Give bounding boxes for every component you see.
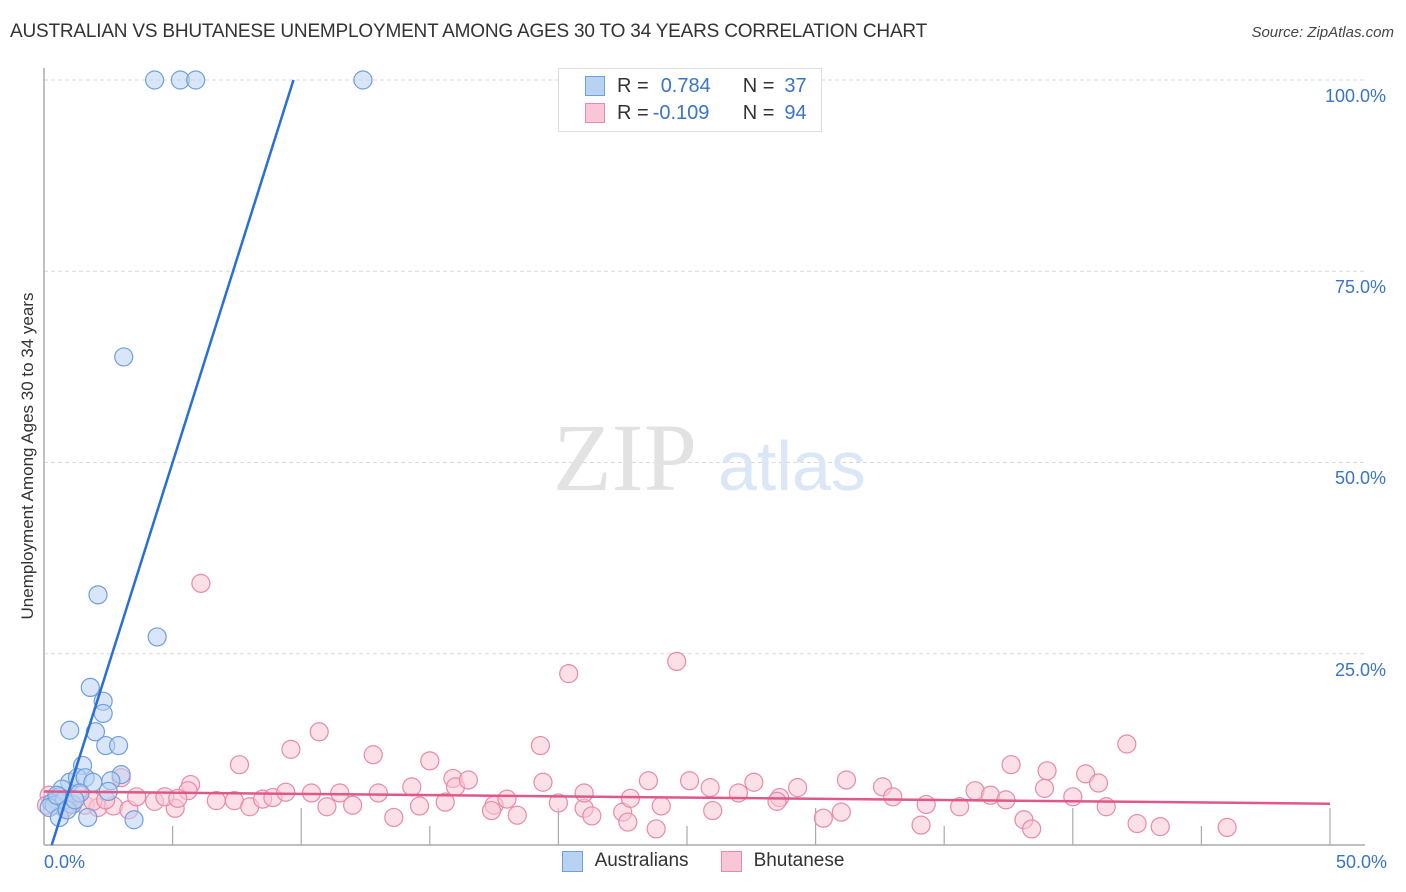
bhutanese-point[interactable]: [309, 722, 329, 742]
australians-point[interactable]: [80, 677, 100, 698]
legend-item-australians[interactable]: Australians: [561, 850, 689, 872]
bhutanese-point[interactable]: [638, 771, 659, 791]
bhutanese-point[interactable]: [363, 745, 383, 765]
australians-point[interactable]: [60, 720, 80, 740]
n-value: 94: [784, 101, 807, 124]
australians-swatch: [585, 76, 605, 96]
bhutanese-point[interactable]: [1063, 787, 1083, 807]
australians-swatch: [561, 850, 583, 872]
r-label: R =: [617, 74, 649, 97]
australians-point[interactable]: [114, 347, 134, 367]
australians-point[interactable]: [353, 70, 373, 90]
bhutanese-point[interactable]: [813, 808, 833, 828]
bhutanese-point[interactable]: [458, 770, 478, 790]
bhutanese-point[interactable]: [368, 783, 388, 803]
bhutanese-point[interactable]: [883, 787, 903, 807]
bhutanese-point[interactable]: [507, 805, 527, 825]
bhutanese-point[interactable]: [1127, 813, 1147, 834]
bhutanese-point[interactable]: [651, 796, 671, 816]
n-label: N =: [742, 74, 775, 97]
bhutanese-point[interactable]: [911, 815, 931, 835]
r-value: 0.784: [660, 74, 711, 97]
bhutanese-point[interactable]: [767, 791, 787, 811]
n-label: N =: [742, 101, 775, 124]
bhutanese-swatch: [585, 103, 605, 123]
australians-point[interactable]: [78, 807, 98, 828]
bhutanese-point[interactable]: [1022, 819, 1042, 839]
bhutanese-point[interactable]: [559, 664, 579, 684]
y-tick-label: 25.0%: [1334, 660, 1386, 680]
australians-point[interactable]: [88, 585, 108, 605]
bhutanese-point[interactable]: [679, 771, 700, 791]
bhutanese-point[interactable]: [1037, 761, 1057, 781]
bhutanese-point[interactable]: [276, 782, 296, 802]
bhutanese-point[interactable]: [703, 800, 723, 821]
australians-point[interactable]: [47, 785, 67, 805]
y-tick-label: 75.0%: [1334, 277, 1386, 297]
bhutanese-point[interactable]: [402, 777, 422, 797]
bhutanese-point[interactable]: [1001, 755, 1021, 775]
bhutanese-point[interactable]: [481, 800, 502, 821]
bhutanese-point[interactable]: [343, 795, 363, 815]
bhutanese-point[interactable]: [744, 772, 764, 792]
bhutanese-point[interactable]: [787, 778, 808, 798]
australians-points: [39, 70, 373, 830]
watermark-zip: ZIP: [553, 404, 697, 511]
bhutanese-point[interactable]: [530, 735, 550, 756]
legend-row-bhutanese: R = -0.109 N = 94: [585, 101, 807, 125]
y-axis-label: Unemployment Among Ages 30 to 34 years: [18, 292, 37, 620]
bhutanese-point[interactable]: [582, 806, 602, 826]
bhutanese-point[interactable]: [667, 651, 687, 672]
n-value: 37: [784, 74, 807, 97]
bhutanese-point[interactable]: [836, 770, 857, 790]
bhutanese-swatch: [720, 850, 742, 872]
australians-point[interactable]: [108, 735, 129, 756]
watermark: ZIP atlas: [553, 404, 866, 511]
watermark-atlas: atlas: [718, 427, 866, 505]
bhutanese-point[interactable]: [618, 812, 638, 832]
bhutanese-point[interactable]: [533, 772, 553, 792]
legend-label: Bhutanese: [753, 850, 845, 871]
australians-point[interactable]: [144, 70, 165, 90]
bhutanese-point[interactable]: [191, 573, 211, 593]
bhutanese-points: [36, 573, 1237, 839]
bhutanese-point[interactable]: [420, 751, 440, 771]
bhutanese-point[interactable]: [497, 789, 517, 809]
bhutanese-point[interactable]: [831, 802, 851, 822]
bhutanese-point[interactable]: [574, 783, 594, 803]
bhutanese-point[interactable]: [1150, 817, 1170, 837]
australians-point[interactable]: [93, 703, 113, 724]
r-label: R =: [617, 101, 649, 124]
y-tick-label: 100.0%: [1324, 86, 1386, 106]
bhutanese-point[interactable]: [646, 819, 666, 839]
bhutanese-point[interactable]: [281, 739, 301, 759]
gridlines: [44, 79, 1365, 655]
correlation-legend: R = 0.784 N = 37 R = -0.109 N = 94: [558, 68, 822, 132]
australians-point[interactable]: [186, 70, 206, 90]
bhutanese-point[interactable]: [409, 796, 430, 816]
legend-row-australians: R = 0.784 N = 37: [585, 74, 807, 98]
bhutanese-point[interactable]: [384, 807, 404, 828]
bhutanese-point[interactable]: [317, 797, 337, 817]
r-value: -0.109: [652, 101, 710, 124]
australians-point[interactable]: [124, 810, 144, 830]
legend-label: Australians: [594, 850, 689, 871]
bhutanese-point[interactable]: [1034, 778, 1055, 798]
series-legend: Australians Bhutanese: [0, 850, 1406, 872]
bhutanese-point[interactable]: [229, 755, 250, 775]
bhutanese-point[interactable]: [916, 794, 936, 815]
bhutanese-point[interactable]: [1217, 817, 1237, 838]
bhutanese-point[interactable]: [1117, 734, 1137, 754]
australians-point[interactable]: [147, 627, 167, 647]
scatter-chart: ZIP atlas: [36, 68, 1365, 846]
bhutanese-point[interactable]: [700, 778, 720, 798]
y-tick-label: 50.0%: [1334, 468, 1386, 488]
legend-item-bhutanese[interactable]: Bhutanese: [720, 850, 845, 872]
bhutanese-point[interactable]: [1088, 773, 1109, 793]
bhutanese-point[interactable]: [126, 787, 147, 807]
axes: [43, 68, 1365, 846]
